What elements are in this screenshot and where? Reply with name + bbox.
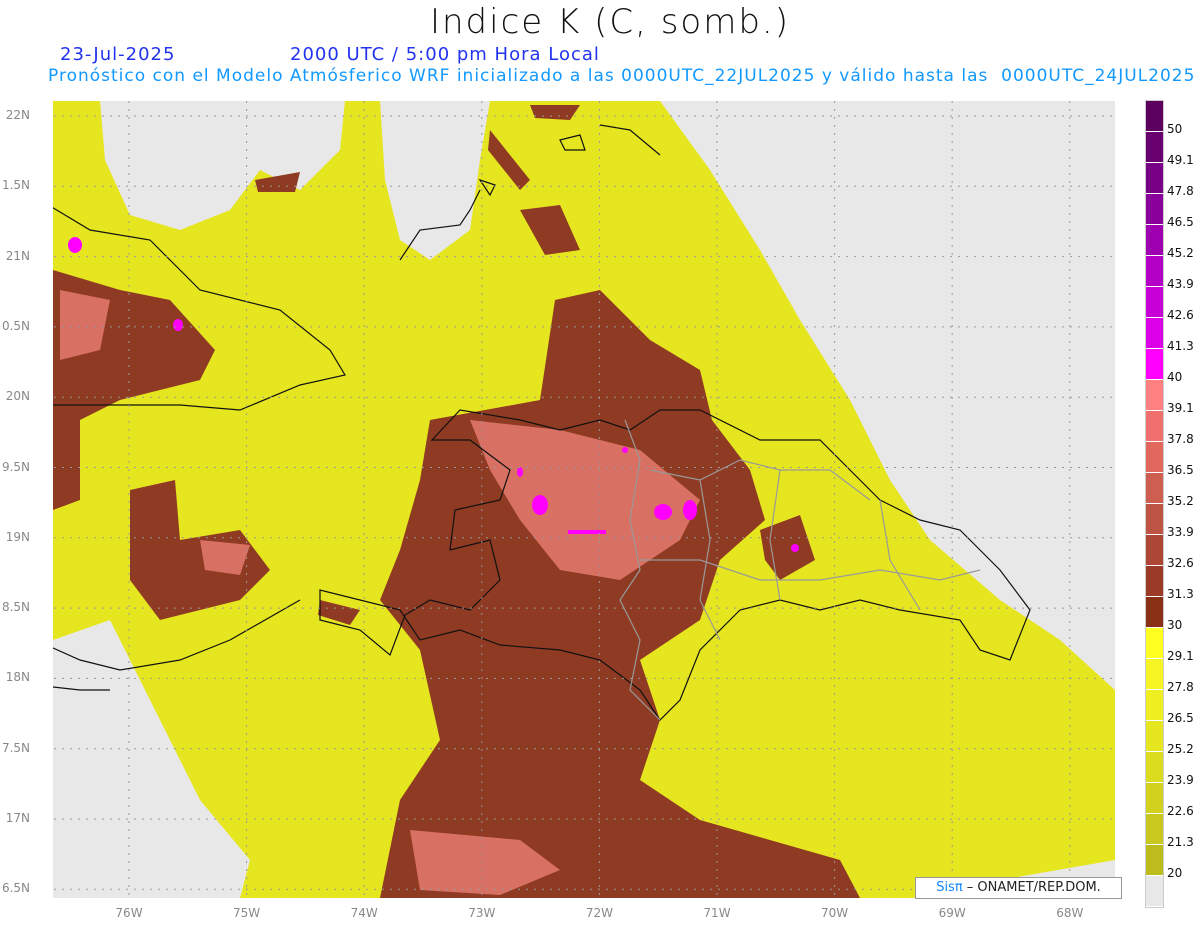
colorbar-label: 40 [1167, 370, 1183, 384]
colorbar-label: 50 [1167, 122, 1183, 136]
colorbar-swatch [1146, 194, 1163, 225]
lon-label: 71W [703, 906, 731, 920]
colorbar-label: 29.1 [1167, 649, 1194, 663]
colorbar-swatch [1146, 473, 1163, 504]
lat-label: 1.5N [1, 178, 30, 193]
colorbar-label: 35.2 [1167, 494, 1194, 508]
lat-label: 17N [5, 811, 30, 825]
colorbar-swatch [1146, 442, 1163, 473]
colorbar-label: 36.5 [1167, 463, 1194, 477]
colorbar-swatch [1146, 411, 1163, 442]
lon-label: 70W [821, 906, 849, 920]
colorbar-swatch [1146, 504, 1163, 535]
colorbar-label: 37.8 [1167, 432, 1194, 446]
colorbar-label: 30 [1167, 618, 1183, 632]
lat-label: 8.5N [1, 600, 30, 615]
colorbar-label: 20 [1167, 866, 1183, 880]
lat-label: 0.5N [1, 318, 30, 333]
colorbar-swatch [1146, 690, 1163, 721]
colorbar-swatch [1146, 349, 1163, 380]
lat-label: 22N [5, 108, 30, 122]
colorbar-label: 49.1 [1167, 153, 1194, 167]
colorbar-swatch [1146, 380, 1163, 411]
lon-label: 75W [233, 906, 261, 920]
colorbar-swatch [1146, 783, 1163, 814]
lon-label: 76W [115, 906, 143, 920]
colorbar-swatch [1146, 256, 1163, 287]
lon-label: 69W [938, 906, 966, 920]
credit-box: Sisπ – ONAMET/REP.DOM. [915, 877, 1122, 899]
lon-label: 73W [468, 906, 496, 920]
colorbar-swatch [1146, 535, 1163, 566]
colorbar-label: 45.2 [1167, 246, 1194, 260]
colorbar-label: 46.5 [1167, 215, 1194, 229]
colorbar-label: 23.9 [1167, 773, 1194, 787]
colorbar-label: 42.6 [1167, 308, 1194, 322]
colorbar-swatch [1146, 101, 1163, 132]
lat-label: 19N [5, 529, 30, 544]
colorbar-swatch [1146, 876, 1163, 907]
colorbar-label: 26.5 [1167, 711, 1194, 725]
lon-label: 68W [1056, 906, 1084, 920]
colorbar-swatch [1146, 659, 1163, 690]
k-index-map [53, 101, 1115, 898]
lat-label: 9.5N [1, 459, 30, 474]
lat-label: 7.5N [1, 740, 30, 755]
colorbar-swatch [1146, 318, 1163, 349]
colorbar-label: 32.6 [1167, 556, 1194, 570]
colorbar-label: 33.9 [1167, 525, 1194, 539]
colorbar-label: 25.2 [1167, 742, 1194, 756]
colorbar-label: 21.3 [1167, 835, 1194, 849]
colorbar-label: 31.3 [1167, 587, 1194, 601]
colorbar-swatch [1146, 814, 1163, 845]
colorbar-swatch [1146, 752, 1163, 783]
lon-label: 72W [585, 906, 613, 920]
colorbar-swatch [1146, 845, 1163, 876]
colorbar [1145, 100, 1164, 908]
colorbar-swatch [1146, 163, 1163, 194]
credit-brand: Sisπ [936, 880, 963, 895]
lat-label: 21N [5, 248, 30, 263]
lat-label: 6.5N [1, 881, 30, 896]
lon-label: 74W [350, 906, 378, 920]
colorbar-swatch [1146, 628, 1163, 659]
colorbar-label: 22.6 [1167, 804, 1194, 818]
colorbar-swatch [1146, 287, 1163, 318]
colorbar-label: 43.9 [1167, 277, 1194, 291]
lat-label: 20N [5, 389, 30, 404]
colorbar-label: 47.8 [1167, 184, 1194, 198]
colorbar-label: 41.3 [1167, 339, 1194, 353]
colorbar-swatch [1146, 597, 1163, 628]
colorbar-swatch [1146, 132, 1163, 163]
credit-text: – ONAMET/REP.DOM. [962, 880, 1101, 895]
colorbar-swatch [1146, 721, 1163, 752]
colorbar-label: 39.1 [1167, 401, 1194, 415]
colorbar-label: 27.8 [1167, 680, 1194, 694]
colorbar-swatch [1146, 566, 1163, 597]
lat-label: 18N [5, 670, 30, 685]
colorbar-swatch [1146, 225, 1163, 256]
